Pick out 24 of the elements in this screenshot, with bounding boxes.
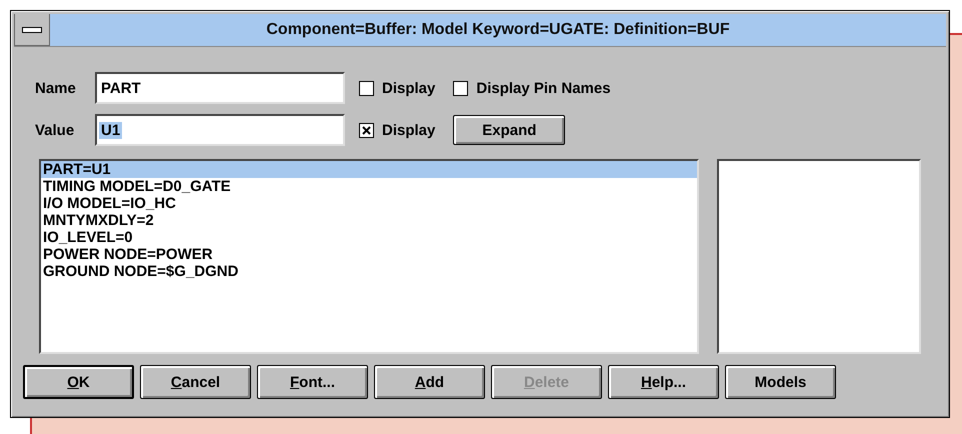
system-menu-button[interactable]	[14, 14, 50, 46]
dialog-button[interactable]: OK	[23, 365, 134, 399]
display-checkbox[interactable]: Display	[359, 122, 436, 138]
display-checkbox[interactable]: Display	[359, 80, 436, 96]
input-field[interactable]: U1	[95, 114, 345, 146]
field-label: Name	[35, 80, 77, 96]
cross-icon	[362, 126, 371, 134]
dialog-button[interactable]: Models	[725, 365, 836, 399]
attribute-item[interactable]: POWER NODE=POWER	[41, 246, 697, 263]
attribute-item[interactable]: TIMING MODEL=D0_GATE	[41, 178, 697, 195]
pin-names-checkbox[interactable]: Display Pin Names	[453, 80, 611, 96]
window-title: Component=Buffer: Model Keyword=UGATE: Definition=BUF	[265, 21, 731, 39]
attribute-item[interactable]: I/O MODEL=IO_HC	[41, 195, 697, 212]
dialog-button[interactable]: Help...	[608, 365, 719, 399]
field-label: Value	[35, 122, 76, 138]
dialog-button[interactable]: Add	[374, 365, 485, 399]
attribute-item[interactable]: GROUND NODE=$G_DGND	[41, 263, 697, 280]
attribute-item[interactable]: PART=U1	[41, 161, 697, 178]
dialog-button[interactable]: Cancel	[140, 365, 251, 399]
attribute-item[interactable]: MNTYMXDLY=2	[41, 212, 697, 229]
dialog-button[interactable]: Font...	[257, 365, 368, 399]
input-field[interactable]: PART	[95, 72, 345, 104]
expand-button[interactable]: Expand	[453, 115, 566, 145]
attribute-item[interactable]: IO_LEVEL=0	[41, 229, 697, 246]
